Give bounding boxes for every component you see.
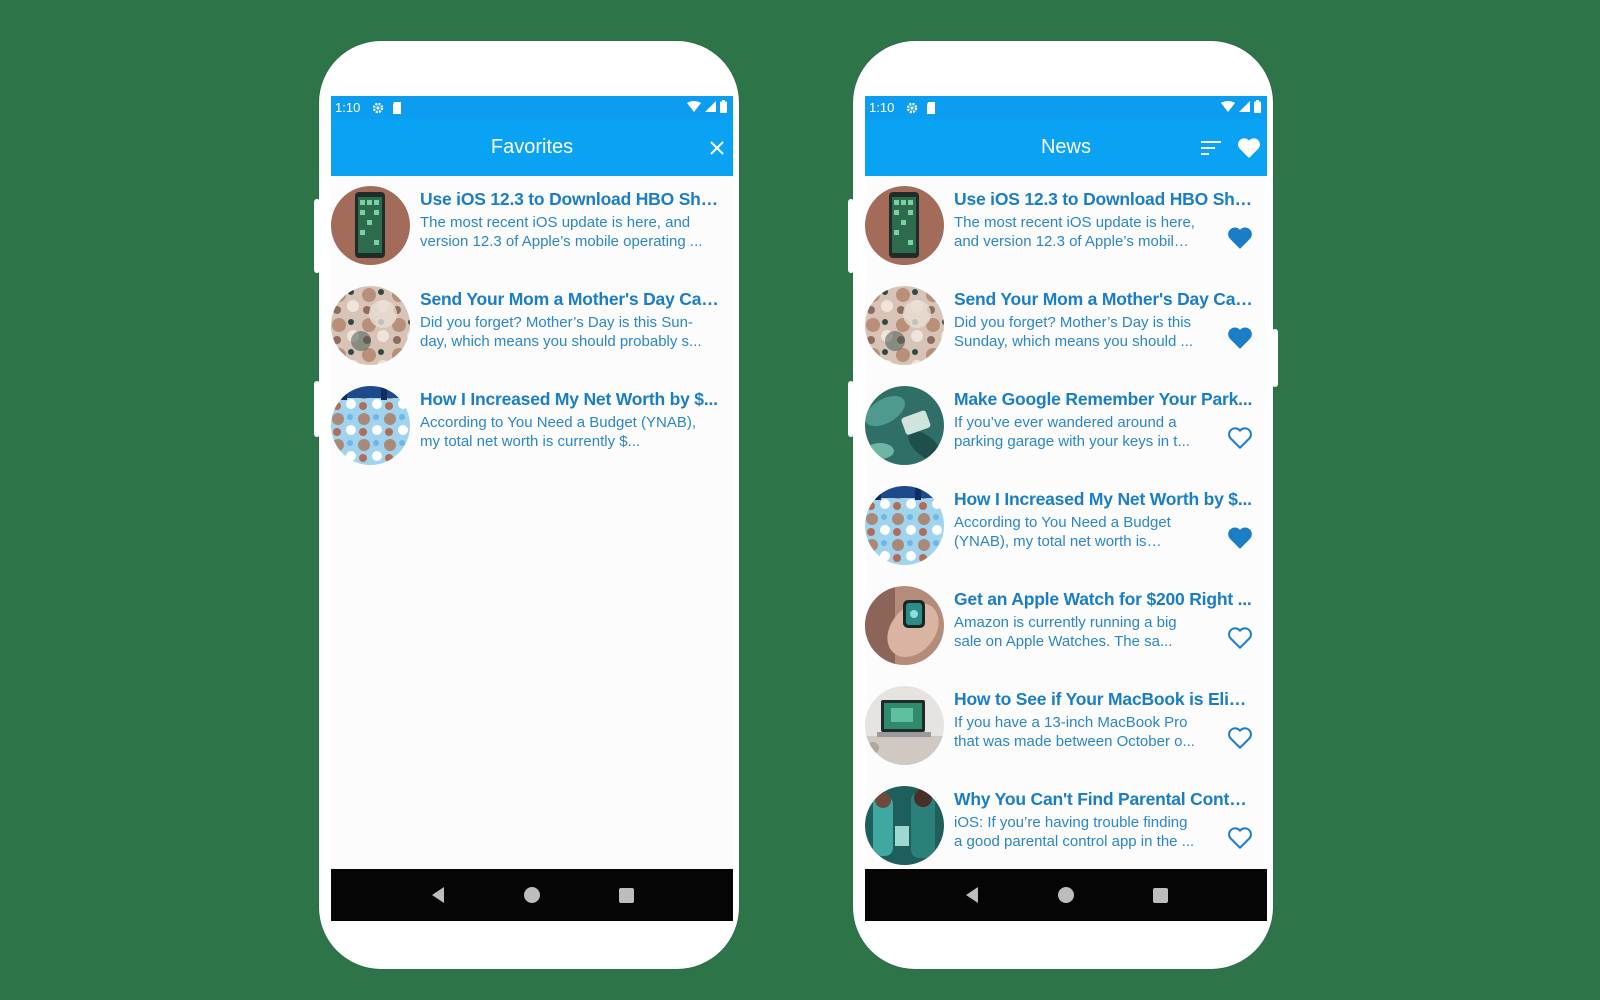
item-title: How I Increased My Net Worth by $... — [954, 489, 1252, 509]
phone-news: 1:10 News Use iOS 12.3 to Download HBO S… — [848, 41, 1278, 969]
thumbnail-image — [865, 586, 944, 665]
navigation-bar — [331, 869, 733, 921]
thumbnail-image — [865, 786, 944, 865]
back-icon[interactable] — [957, 880, 987, 910]
item-description: iOS: If you’re having trouble finding a … — [954, 814, 1195, 850]
home-icon[interactable] — [1051, 880, 1081, 910]
gear-icon — [906, 102, 918, 114]
item-description: Did you forget? Mother’s Day is this Sun… — [420, 314, 702, 350]
status-bar: 1:10 — [331, 96, 733, 119]
thumbnail-image — [865, 486, 944, 565]
heart-filled-icon[interactable] — [1227, 526, 1253, 550]
list-item[interactable]: Use iOS 12.3 to Download HBO Sho... The m… — [865, 176, 1267, 276]
screen: 1:10 Favorites Use iOS 12.3 to Download … — [331, 96, 733, 921]
item-description: Did you forget? Mother’s Day is this Sun… — [954, 314, 1194, 350]
item-title: Send Your Mom a Mother's Day Car... — [954, 289, 1253, 309]
back-icon[interactable] — [423, 880, 453, 910]
power-button — [848, 381, 854, 437]
item-title: Use iOS 12.3 to Download HBO Sho... — [420, 189, 719, 209]
heart-filled-icon[interactable] — [1227, 226, 1253, 250]
favorites-heart-icon[interactable] — [1237, 137, 1261, 159]
item-title: Why You Can't Find Parental Contro... — [954, 789, 1253, 809]
thumbnail-image — [331, 386, 410, 465]
list-item[interactable]: Make Google Remember Your Park... If you’… — [865, 376, 1267, 476]
status-time: 1:10 — [869, 100, 895, 115]
volume-button — [314, 199, 320, 273]
side-button — [1272, 329, 1278, 387]
sort-icon[interactable] — [1201, 140, 1221, 155]
heart-outline-icon[interactable] — [1227, 426, 1253, 450]
sd-card-icon — [926, 101, 936, 114]
list-item[interactable]: Send Your Mom a Mother's Day Car... Did y… — [865, 276, 1267, 376]
phone-favorites: 1:10 Favorites Use iOS 12.3 to Download … — [314, 41, 739, 969]
status-time: 1:10 — [335, 100, 361, 115]
recents-icon[interactable] — [611, 880, 641, 910]
navigation-bar — [865, 869, 1267, 921]
home-icon[interactable] — [517, 880, 547, 910]
thumbnail-image — [331, 186, 410, 265]
item-description: The most recent iOS update is here, and … — [954, 214, 1195, 250]
news-list: Use iOS 12.3 to Download HBO Sho... The m… — [865, 176, 1267, 876]
item-description: If you have a 13-inch MacBook Pro that w… — [954, 714, 1195, 750]
heart-filled-icon[interactable] — [1227, 326, 1253, 350]
list-item[interactable]: Use iOS 12.3 to Download HBO Sho... The … — [331, 176, 733, 276]
signal-icon — [1239, 100, 1250, 115]
list-item[interactable]: Get an Apple Watch for $200 Right ... Ama… — [865, 576, 1267, 676]
sd-card-icon — [392, 101, 402, 114]
gear-icon — [372, 102, 384, 114]
heart-outline-icon[interactable] — [1227, 626, 1253, 650]
item-description: Amazon is currently running a big sale o… — [954, 614, 1177, 650]
list-item[interactable]: How I Increased My Net Worth by $... Acc… — [331, 376, 733, 476]
item-description: The most recent iOS update is here, and … — [420, 214, 703, 250]
status-bar: 1:10 — [865, 96, 1267, 119]
list-item[interactable]: Why You Can't Find Parental Contro... iOS… — [865, 776, 1267, 876]
signal-icon — [705, 100, 716, 115]
item-title: Get an Apple Watch for $200 Right ... — [954, 589, 1252, 609]
screen: 1:10 News Use iOS 12.3 to Download HBO S… — [865, 96, 1267, 921]
list-item[interactable]: How I Increased My Net Worth by $... Acco… — [865, 476, 1267, 576]
heart-outline-icon[interactable] — [1227, 826, 1253, 850]
app-bar: News — [865, 119, 1267, 176]
power-button — [314, 381, 320, 437]
item-description: If you’ve ever wandered around a parking… — [954, 414, 1190, 450]
list-item[interactable]: How to See if Your MacBook is Eligi... If… — [865, 676, 1267, 776]
page-title: Favorites — [490, 136, 574, 158]
item-title: How I Increased My Net Worth by $... — [420, 389, 718, 409]
battery-icon — [1254, 99, 1261, 116]
page-title: News — [1040, 136, 1091, 158]
item-title: Make Google Remember Your Park... — [954, 389, 1253, 409]
list-item[interactable]: Send Your Mom a Mother's Day Car... Did … — [331, 276, 733, 376]
item-title: How to See if Your MacBook is Eligi... — [954, 689, 1253, 709]
volume-button — [848, 199, 854, 273]
thumbnail-image — [865, 386, 944, 465]
close-icon[interactable] — [709, 140, 725, 156]
item-description: According to You Need a Budget (YNAB), m… — [954, 514, 1171, 550]
item-description: According to You Need a Budget (YNAB), m… — [420, 414, 697, 450]
recents-icon[interactable] — [1145, 880, 1175, 910]
battery-icon — [720, 99, 727, 116]
heart-outline-icon[interactable] — [1227, 726, 1253, 750]
item-title: Send Your Mom a Mother's Day Car... — [420, 289, 719, 309]
wifi-icon — [1221, 100, 1235, 115]
app-bar: Favorites — [331, 119, 733, 176]
item-title: Use iOS 12.3 to Download HBO Sho... — [954, 189, 1253, 209]
favorites-list: Use iOS 12.3 to Download HBO Sho... The … — [331, 176, 733, 476]
thumbnail-image — [865, 686, 944, 765]
thumbnail-image — [865, 286, 944, 365]
thumbnail-image — [331, 286, 410, 365]
wifi-icon — [687, 100, 701, 115]
thumbnail-image — [865, 186, 944, 265]
